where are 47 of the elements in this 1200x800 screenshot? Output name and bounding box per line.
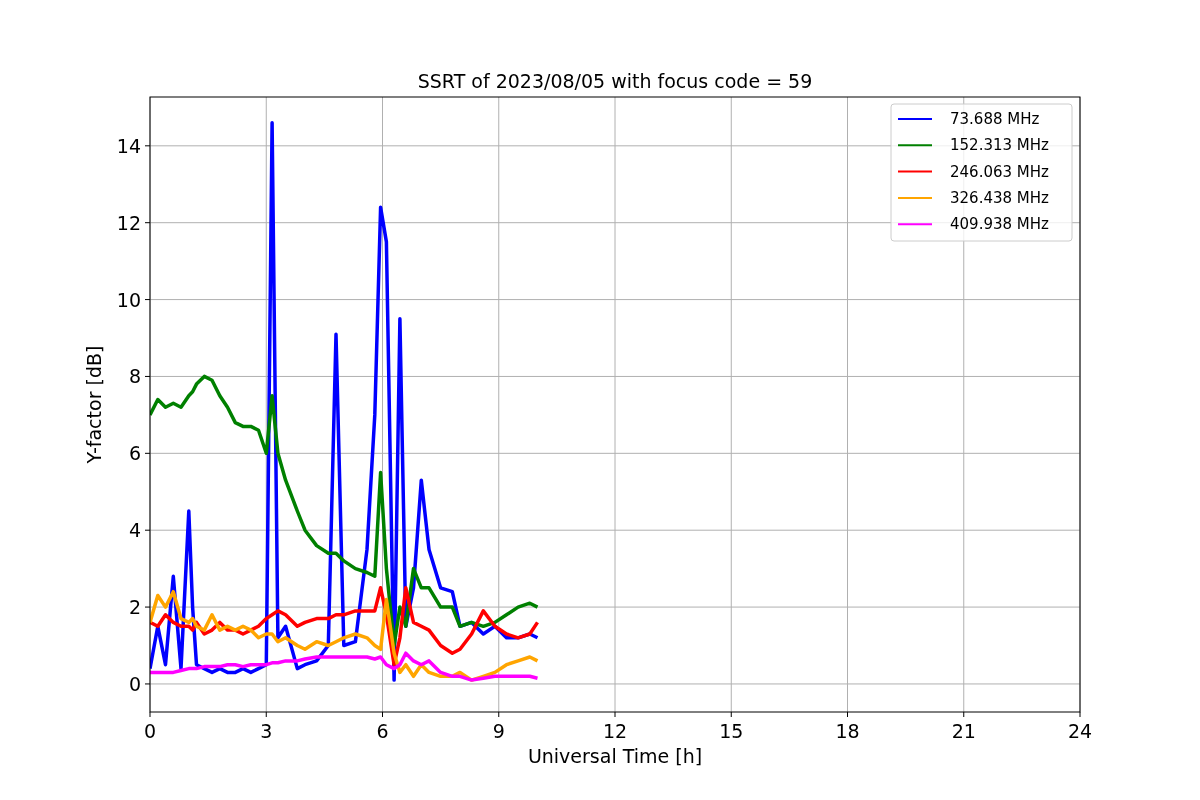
- x-tick-label: 21: [951, 720, 976, 742]
- chart-title: SSRT of 2023/08/05 with focus code = 59: [417, 70, 813, 92]
- x-tick: 15: [719, 711, 744, 742]
- y-tick-label: 8: [128, 365, 141, 388]
- legend-entry: 326.438 MHz: [897, 188, 1049, 207]
- legend-label: 326.438 MHz: [950, 188, 1050, 207]
- x-tick: 6: [376, 711, 389, 742]
- x-tick: 18: [835, 711, 860, 742]
- x-tick-label: 3: [260, 720, 273, 742]
- legend-entry: 152.313 MHz: [897, 136, 1049, 155]
- y-tick-label: 2: [128, 596, 141, 619]
- y-tick: 2: [128, 596, 151, 619]
- y-axis-label: Y-factor [dB]: [83, 345, 105, 464]
- x-axis-label: Universal Time [h]: [527, 745, 703, 767]
- y-tick-label: 12: [116, 211, 141, 234]
- x-tick-label: 18: [835, 720, 860, 742]
- x-tick: 3: [260, 711, 273, 742]
- y-tick: 0: [128, 672, 151, 695]
- x-tick: 9: [492, 711, 505, 742]
- x-tick: 24: [1067, 711, 1093, 742]
- x-tick-label: 24: [1067, 720, 1093, 742]
- x-tick: 12: [602, 711, 628, 742]
- y-tick-label: 6: [128, 442, 141, 465]
- legend-label: 409.938 MHz: [950, 215, 1050, 234]
- x-tick-label: 6: [376, 720, 389, 742]
- x-tick: 21: [951, 711, 976, 742]
- x-tick-label: 15: [719, 720, 744, 742]
- y-tick-label: 14: [116, 134, 141, 157]
- y-tick: 10: [116, 288, 151, 311]
- y-tick: 4: [128, 519, 151, 542]
- y-tick: 8: [128, 365, 151, 388]
- y-tick-label: 0: [128, 672, 141, 695]
- y-tick-label: 4: [128, 519, 141, 542]
- x-tick-label: 0: [143, 720, 157, 742]
- legend-entry: 409.938 MHz: [897, 215, 1049, 234]
- legend-label: 152.313 MHz: [950, 136, 1050, 155]
- x-tick-label: 9: [492, 720, 505, 742]
- y-tick: 14: [116, 134, 151, 157]
- y-tick: 12: [116, 211, 151, 234]
- legend-entry: 73.688 MHz: [897, 110, 1040, 128]
- legend-entry: 246.063 MHz: [897, 162, 1049, 181]
- x-tick: 0: [143, 711, 157, 742]
- x-tick-label: 12: [602, 720, 628, 742]
- y-tick-label: 10: [116, 288, 141, 311]
- legend-label: 73.688 MHz: [950, 110, 1040, 128]
- legend-label: 246.063 MHz: [950, 162, 1050, 181]
- y-tick: 6: [128, 442, 151, 465]
